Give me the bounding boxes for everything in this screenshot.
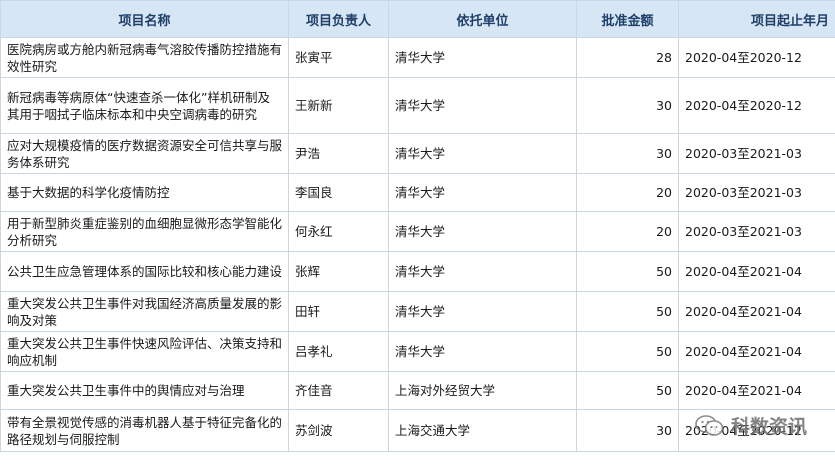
institution-cell: 上海对外经贸大学 (388, 371, 577, 410)
project-period-cell: 2020-04至2020-12 (678, 37, 835, 78)
project-name-cell: 带有全景视觉传感的消毒机器人基于特征完备化的路径规划与伺服控制 (0, 409, 289, 452)
project-leader-cell: 李国良 (288, 173, 389, 212)
project-period-cell: 2020-04至2021-04 (678, 251, 835, 292)
header-institution: 依托单位 (388, 0, 577, 38)
project-period-cell: 2020-04至2021-04 (678, 371, 835, 410)
table-row: 重大突发公共卫生事件快速风险评估、决策支持和响应机制 吕孝礼 清华大学 50 2020-… (0, 331, 835, 372)
project-leader-cell: 苏剑波 (288, 409, 389, 452)
table-row: 公共卫生应急管理体系的国际比较和核心能力建设 张辉 清华大学 50 2020-04至20… (0, 251, 835, 292)
project-leader-cell: 田轩 (288, 291, 389, 332)
project-name-cell: 应对大规模疫情的医疗数据资源安全可信共享与服务体系研究 (0, 133, 289, 174)
project-period-cell: 2020-04至2020-12 (678, 409, 835, 452)
project-name-cell: 基于大数据的科学化疫情防控 (0, 173, 289, 212)
approved-amount-cell: 20 (576, 173, 679, 212)
header-approved-amount: 批准金额 (576, 0, 679, 38)
table-row: 带有全景视觉传感的消毒机器人基于特征完备化的路径规划与伺服控制 苏剑波 上海交通大学… (0, 409, 835, 452)
project-leader-cell: 王新新 (288, 77, 389, 134)
project-period-cell: 2020-03至2021-03 (678, 173, 835, 212)
project-name-cell: 重大突发公共卫生事件对我国经济高质量发展的影响及对策 (0, 291, 289, 332)
institution-cell: 清华大学 (388, 77, 577, 134)
project-period-cell: 2020-03至2021-03 (678, 211, 835, 252)
approved-amount-cell: 30 (576, 409, 679, 452)
project-period-cell: 2020-03至2021-03 (678, 133, 835, 174)
approved-amount-cell: 50 (576, 251, 679, 292)
institution-cell: 清华大学 (388, 133, 577, 174)
project-period-cell: 2020-04至2021-04 (678, 291, 835, 332)
project-name-cell: 医院病房或方舱内新冠病毒气溶胶传播防控措施有效性研究 (0, 37, 289, 78)
project-name-cell: 用于新型肺炎重症鉴别的血细胞显微形态学智能化分析研究 (0, 211, 289, 252)
approved-amount-cell: 20 (576, 211, 679, 252)
header-project-name: 项目名称 (0, 0, 289, 38)
approved-amount-cell: 28 (576, 37, 679, 78)
project-table: 项目名称 项目负责人 依托单位 批准金额 项目起止年月 医院病房或方舱内新冠病毒… (0, 0, 835, 452)
header-project-leader: 项目负责人 (288, 0, 389, 38)
table-row: 新冠病毒等病原体“快速查杀一体化”样机研制及其用于咽拭子临床标本和中央空调病毒的… (0, 77, 835, 134)
institution-cell: 清华大学 (388, 173, 577, 212)
approved-amount-cell: 30 (576, 77, 679, 134)
header-project-period: 项目起止年月 (678, 0, 835, 38)
institution-cell: 上海交通大学 (388, 409, 577, 452)
approved-amount-cell: 30 (576, 133, 679, 174)
table-row: 重大突发公共卫生事件中的舆情应对与治理 齐佳音 上海对外经贸大学 50 2020-04至… (0, 371, 835, 410)
project-name-cell: 公共卫生应急管理体系的国际比较和核心能力建设 (0, 251, 289, 292)
table-row: 应对大规模疫情的医疗数据资源安全可信共享与服务体系研究 尹浩 清华大学 30 2020-… (0, 133, 835, 174)
project-leader-cell: 张辉 (288, 251, 389, 292)
project-period-cell: 2020-04至2020-12 (678, 77, 835, 134)
table-row: 基于大数据的科学化疫情防控 李国良 清华大学 20 2020-03至2021-03 (0, 173, 835, 212)
institution-cell: 清华大学 (388, 37, 577, 78)
approved-amount-cell: 50 (576, 371, 679, 410)
institution-cell: 清华大学 (388, 251, 577, 292)
project-leader-cell: 齐佳音 (288, 371, 389, 410)
project-leader-cell: 尹浩 (288, 133, 389, 174)
institution-cell: 清华大学 (388, 331, 577, 372)
table-row: 用于新型肺炎重症鉴别的血细胞显微形态学智能化分析研究 何永红 清华大学 20 2020-… (0, 211, 835, 252)
institution-cell: 清华大学 (388, 291, 577, 332)
project-period-cell: 2020-04至2021-04 (678, 331, 835, 372)
project-name-cell: 重大突发公共卫生事件快速风险评估、决策支持和响应机制 (0, 331, 289, 372)
project-leader-cell: 吕孝礼 (288, 331, 389, 372)
project-leader-cell: 张寅平 (288, 37, 389, 78)
institution-cell: 清华大学 (388, 211, 577, 252)
table-row: 医院病房或方舱内新冠病毒气溶胶传播防控措施有效性研究 张寅平 清华大学 28 2020-… (0, 37, 835, 78)
approved-amount-cell: 50 (576, 291, 679, 332)
project-name-cell: 新冠病毒等病原体“快速查杀一体化”样机研制及其用于咽拭子临床标本和中央空调病毒的… (0, 77, 289, 134)
header-row: 项目名称 项目负责人 依托单位 批准金额 项目起止年月 (0, 0, 835, 38)
project-leader-cell: 何永红 (288, 211, 389, 252)
table-row: 重大突发公共卫生事件对我国经济高质量发展的影响及对策 田轩 清华大学 50 2020-0… (0, 291, 835, 332)
approved-amount-cell: 50 (576, 331, 679, 372)
project-name-cell: 重大突发公共卫生事件中的舆情应对与治理 (0, 371, 289, 410)
